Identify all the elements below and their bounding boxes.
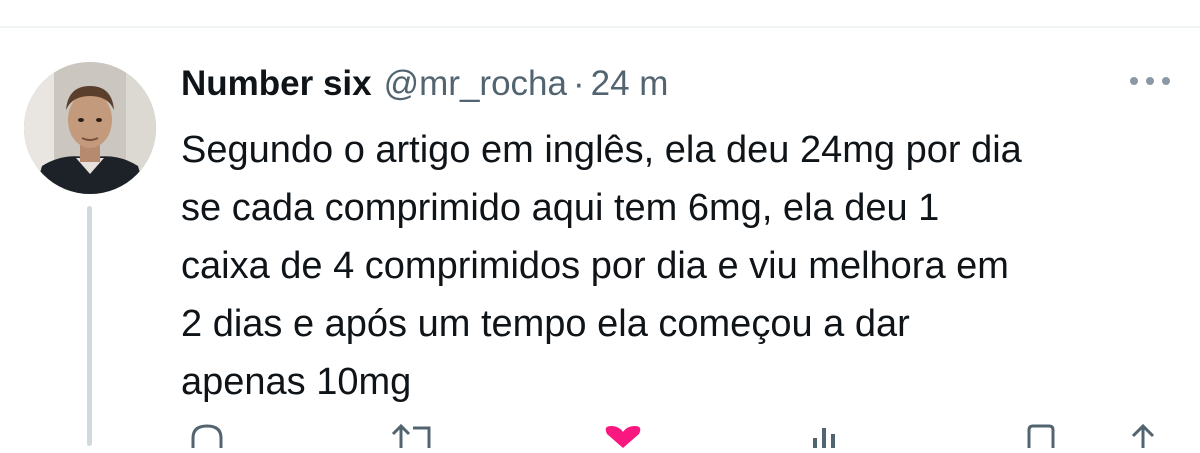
reply-icon <box>191 424 223 448</box>
timestamp[interactable]: 24 m <box>591 64 669 104</box>
tweet-text: Segundo o artigo em inglês, ela deu 24mg… <box>181 129 1022 403</box>
heart-icon <box>605 426 641 448</box>
share-icon <box>1131 423 1155 448</box>
tweet-actions <box>181 418 1181 448</box>
user-handle[interactable]: @mr_rocha <box>384 64 567 104</box>
bookmark-button[interactable] <box>1023 424 1059 453</box>
like-button[interactable] <box>601 424 645 453</box>
views-button[interactable] <box>809 424 839 453</box>
avatar[interactable] <box>24 62 156 194</box>
tweet-header: Number six @mr_rocha · 24 m <box>181 64 668 104</box>
share-button[interactable] <box>1125 423 1161 453</box>
separator-dot: · <box>572 64 585 103</box>
bookmark-icon <box>1027 424 1055 448</box>
avatar-image <box>24 62 156 194</box>
retweet-icon <box>391 423 431 448</box>
more-horizontal-icon <box>1130 77 1170 85</box>
display-name[interactable]: Number six <box>181 64 372 104</box>
reply-button[interactable] <box>189 424 225 453</box>
views-icon <box>813 428 835 448</box>
top-divider <box>0 26 1200 28</box>
retweet-button[interactable] <box>389 423 439 453</box>
more-button[interactable] <box>1124 66 1176 96</box>
thread-line <box>87 206 92 446</box>
